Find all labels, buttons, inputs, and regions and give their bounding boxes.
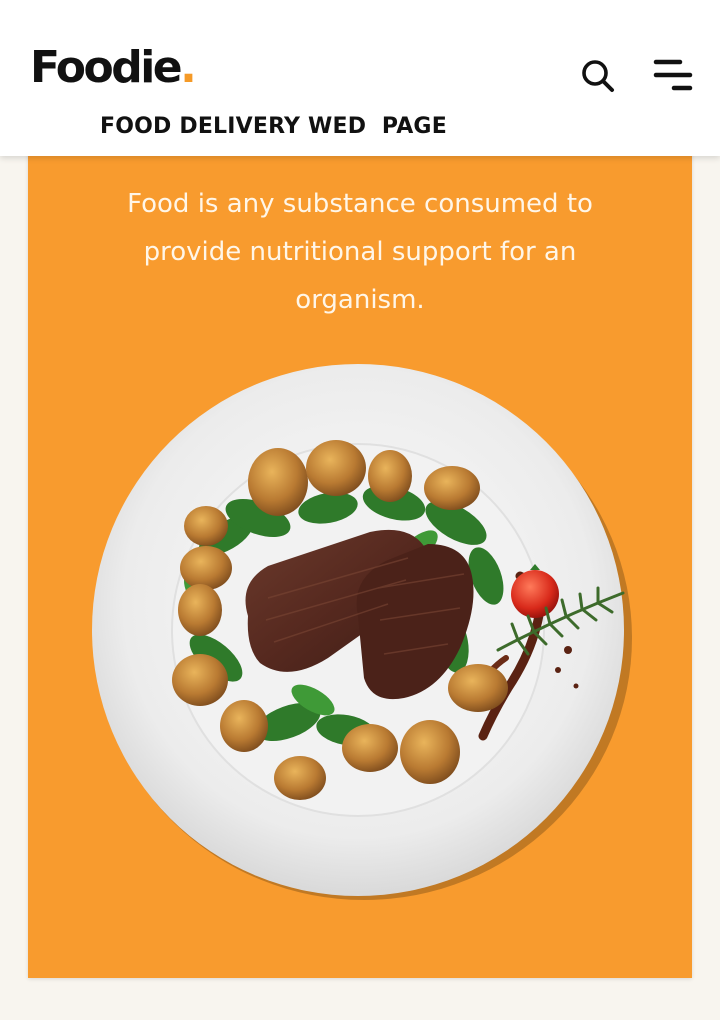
search-icon xyxy=(582,60,614,92)
menu-icon xyxy=(653,59,693,91)
plate-illustration xyxy=(92,364,632,900)
search-button[interactable] xyxy=(578,56,618,96)
food-plate-image xyxy=(88,358,634,904)
page-subtitle: FOOD DELIVERY WED PAGE xyxy=(100,114,447,139)
hero-banner: Food is any substance consumed to provid… xyxy=(28,140,692,978)
brand-logo[interactable]: Foodie. xyxy=(30,46,197,90)
logo-text: Foodie xyxy=(30,42,183,93)
logo-dot: . xyxy=(180,42,197,93)
hero-description: Food is any substance consumed to provid… xyxy=(127,189,593,315)
menu-button[interactable] xyxy=(648,54,696,98)
app-header: Foodie. FOOD DELIVERY WED PAGE xyxy=(0,0,720,156)
